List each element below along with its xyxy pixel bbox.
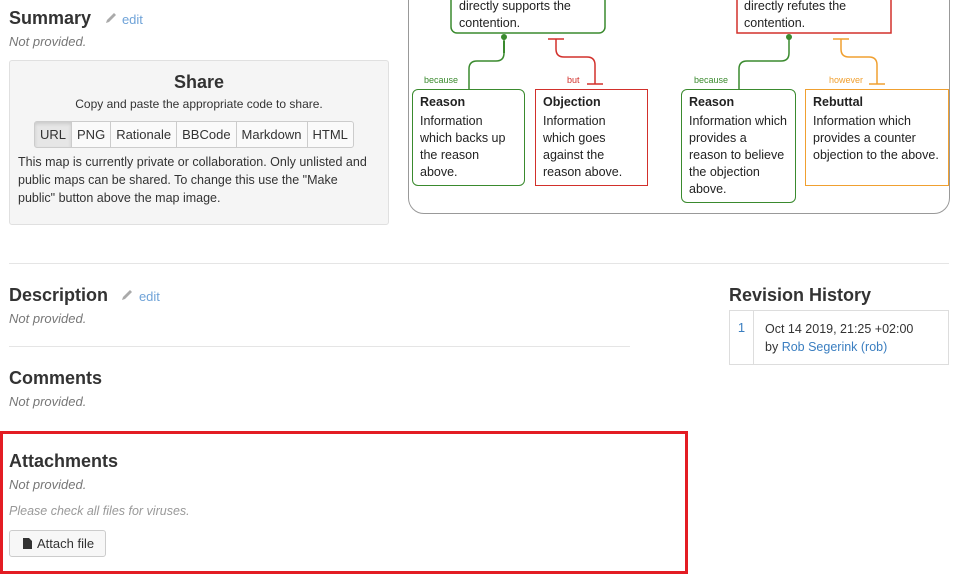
map-node-reason[interactable]: Reason Information which backs up the re… xyxy=(412,89,525,186)
description-value: Not provided. xyxy=(9,311,87,326)
node-title: Objection xyxy=(543,95,601,109)
map-node-reason-2[interactable]: Reason Information which provides a reas… xyxy=(681,89,796,203)
share-format-tabs: URL PNG Rationale BBCode Markdown HTML xyxy=(34,121,354,148)
tab-png[interactable]: PNG xyxy=(71,121,112,148)
connector-label-however: however xyxy=(829,75,864,85)
map-node-objection[interactable]: Objection Information which goes against… xyxy=(535,89,648,186)
revision-history-table: 1 Oct 14 2019, 21:25 +02:00 by Rob Seger… xyxy=(729,310,949,365)
tab-url[interactable]: URL xyxy=(34,121,73,148)
share-panel: Share Copy and paste the appropriate cod… xyxy=(9,60,389,225)
revision-number[interactable]: 1 xyxy=(730,311,754,364)
map-node-rebuttal[interactable]: Rebuttal Information which provides a co… xyxy=(805,89,949,186)
argument-map[interactable]: directly supports the contention. direct… xyxy=(408,0,950,214)
tab-markdown[interactable]: Markdown xyxy=(235,121,308,148)
description-edit-label[interactable]: edit xyxy=(139,289,160,304)
summary-edit-link[interactable]: edit xyxy=(104,11,143,28)
pencil-icon xyxy=(122,290,133,300)
connector-label-but: but xyxy=(567,75,580,85)
description-title: Description xyxy=(9,285,109,305)
connector-label-because: because xyxy=(424,75,459,85)
pencil-icon xyxy=(105,13,116,23)
node-title: Reason xyxy=(689,95,735,109)
attach-file-label: Attach file xyxy=(37,536,95,551)
summary-title: Summary xyxy=(9,8,92,28)
revision-author-link[interactable]: Rob Segerink (rob) xyxy=(782,340,888,354)
revision-history-title: Revision History xyxy=(729,285,872,305)
revision-by: by xyxy=(765,340,779,354)
summary-edit-label[interactable]: edit xyxy=(122,12,143,27)
tab-bbcode[interactable]: BBCode xyxy=(176,121,237,148)
description-edit-link[interactable]: edit xyxy=(120,288,160,305)
attach-file-button[interactable]: Attach file xyxy=(9,530,106,557)
share-subtitle: Copy and paste the appropriate code to s… xyxy=(75,97,323,111)
summary-header: Summary edit xyxy=(9,8,143,29)
share-note: This map is currently private or collabo… xyxy=(18,155,367,205)
node-title: Reason xyxy=(420,95,466,109)
share-title: Share xyxy=(173,72,225,92)
revision-date: Oct 14 2019, 21:25 +02:00 xyxy=(765,322,914,336)
node-text: Information which provides a counter obj… xyxy=(813,114,939,162)
tab-html[interactable]: HTML xyxy=(306,121,354,148)
description-header: Description edit xyxy=(9,285,160,306)
summary-value: Not provided. xyxy=(9,34,87,49)
file-icon xyxy=(23,538,32,549)
comments-value: Not provided. xyxy=(9,394,87,409)
attachments-value: Not provided. xyxy=(9,477,87,492)
comments-title: Comments xyxy=(9,368,103,388)
revision-entry: Oct 14 2019, 21:25 +02:00 by Rob Segerin… xyxy=(765,320,913,356)
virus-warning: Please check all files for viruses. xyxy=(9,504,190,518)
node-title: Rebuttal xyxy=(813,95,863,109)
map-top-right-text: directly refutes the contention. xyxy=(744,0,847,30)
section-divider xyxy=(9,346,630,347)
tab-rationale[interactable]: Rationale xyxy=(110,121,178,148)
map-top-left-text: directly supports the contention. xyxy=(459,0,571,30)
node-text: Information which goes against the reaso… xyxy=(543,114,623,179)
node-text: Information which backs up the reason ab… xyxy=(420,114,506,179)
section-divider xyxy=(9,263,949,264)
node-text: Information which provides a reason to b… xyxy=(689,114,787,196)
connector-label-because-2: because xyxy=(694,75,729,85)
attachments-title: Attachments xyxy=(9,451,119,471)
